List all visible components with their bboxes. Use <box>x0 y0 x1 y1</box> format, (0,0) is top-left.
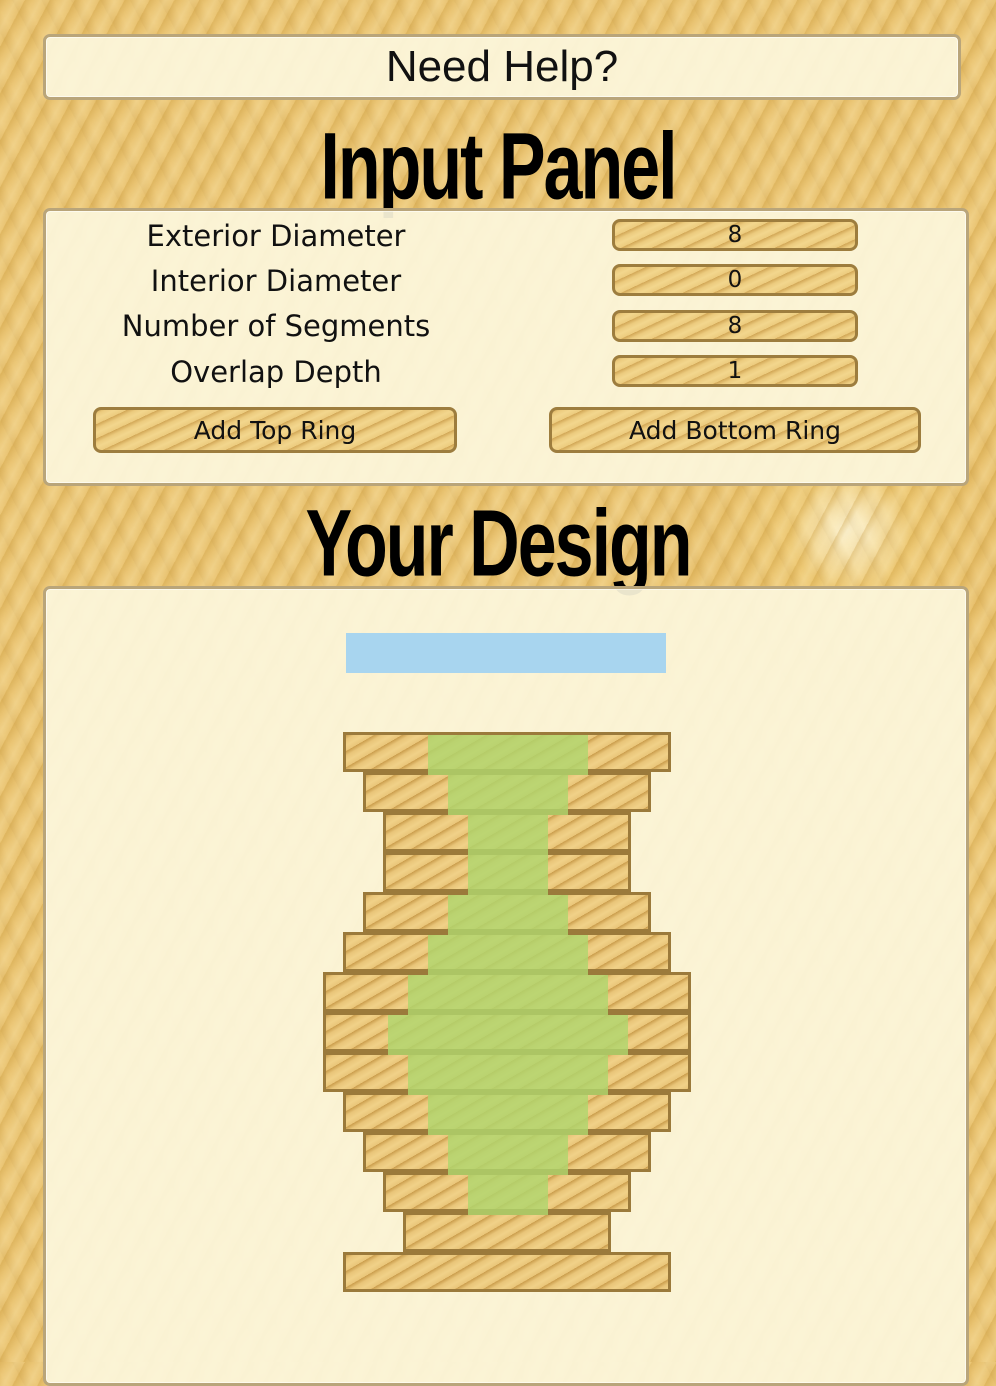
number-of-segments-input[interactable]: 8 <box>612 310 858 342</box>
core-8 <box>408 1055 608 1095</box>
exterior-diameter-input[interactable]: 8 <box>612 219 858 251</box>
ring-13[interactable] <box>403 1212 611 1252</box>
interior-diameter-label: Interior Diameter <box>150 264 402 298</box>
exterior-diameter-label: Exterior Diameter <box>146 219 406 253</box>
core-4 <box>448 895 568 935</box>
add-bottom-ring-button[interactable]: Add Bottom Ring <box>549 407 921 453</box>
core-11 <box>468 1175 548 1215</box>
overlap-depth-input[interactable]: 1 <box>612 355 858 387</box>
number-of-segments-label: Number of Segments <box>121 309 431 343</box>
input-panel-heading: Input Panel <box>320 113 677 219</box>
overlap-depth-label: Overlap Depth <box>170 355 382 389</box>
core-1 <box>428 735 588 775</box>
core-6 <box>408 975 608 1015</box>
input-panel: Exterior Diameter 8 Interior Diameter 0 … <box>43 208 969 486</box>
core-3 <box>468 815 548 895</box>
design-panel <box>43 586 969 1386</box>
core-10 <box>448 1135 568 1175</box>
core-9 <box>428 1095 588 1135</box>
core-7 <box>388 1015 628 1055</box>
need-help-button[interactable]: Need Help? <box>43 34 961 100</box>
core-2 <box>448 775 568 815</box>
ring-14[interactable] <box>343 1252 671 1292</box>
core-5 <box>428 935 588 975</box>
interior-diameter-input[interactable]: 0 <box>612 264 858 296</box>
need-help-label: Need Help? <box>385 42 619 91</box>
add-top-ring-button[interactable]: Add Top Ring <box>93 407 457 453</box>
top-placeholder-bar <box>346 633 666 673</box>
your-design-heading: Your Design <box>305 490 692 596</box>
